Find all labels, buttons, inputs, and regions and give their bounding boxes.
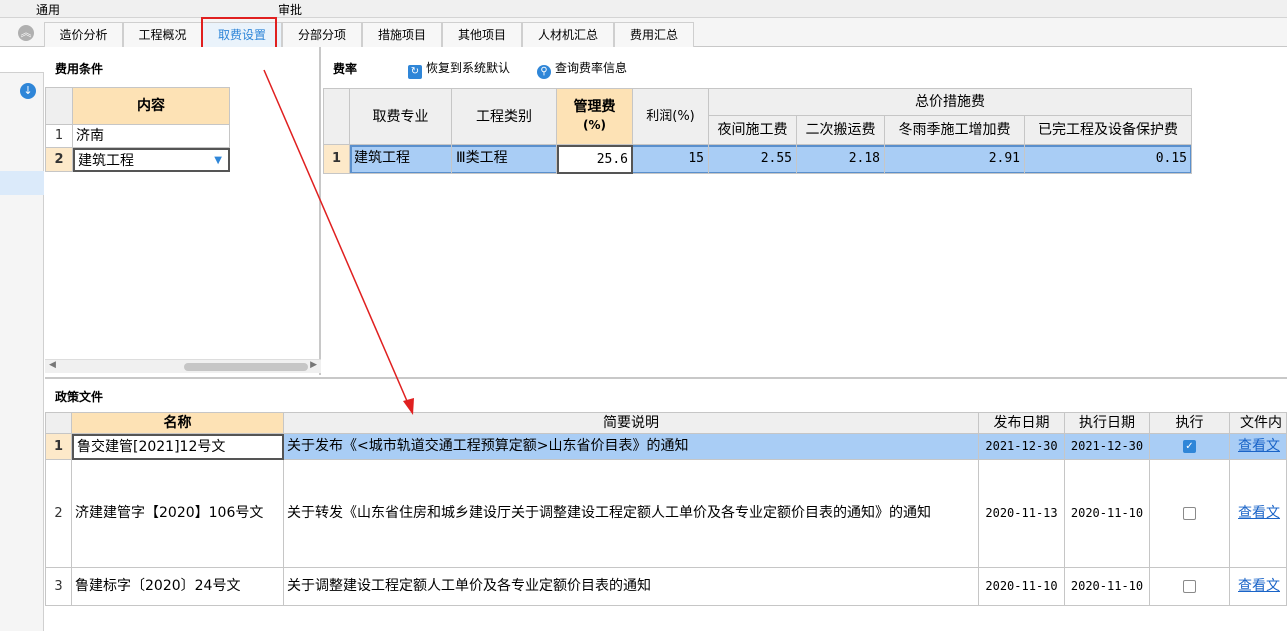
view-file-link[interactable]: 查看文 bbox=[1238, 505, 1280, 521]
policy-name-cell[interactable]: 济建建管字【2020】106号文 bbox=[72, 460, 284, 568]
policy-exec-date-cell: 2020-11-10 bbox=[1065, 568, 1150, 606]
execute-checkbox[interactable] bbox=[1183, 507, 1196, 520]
condition-type-select[interactable]: 建筑工程 ▼ bbox=[73, 148, 230, 172]
fee-rate-title: 费率 bbox=[333, 62, 358, 76]
protection-cell[interactable]: 0.15 bbox=[1025, 145, 1192, 174]
search-icon: ⚲ bbox=[537, 65, 551, 79]
tab-measures[interactable]: 措施项目 bbox=[362, 22, 442, 47]
policy-title: 政策文件 bbox=[55, 390, 104, 404]
tab-cost-analysis[interactable]: 造价分析 bbox=[44, 22, 123, 47]
publish-date-header: 发布日期 bbox=[979, 412, 1065, 434]
policy-exec-date-cell: 2020-11-10 bbox=[1065, 460, 1150, 568]
policy-desc-cell[interactable]: 关于调整建设工程定额人工单价及各专业定额价目表的通知 bbox=[284, 568, 979, 606]
corner-cell bbox=[45, 412, 72, 434]
management-fee-header: 管理费 (%) bbox=[557, 88, 633, 145]
condition-region-cell[interactable]: 济南 bbox=[73, 125, 230, 148]
condition-type-value: 建筑工程 bbox=[78, 153, 134, 169]
name-header: 名称 bbox=[72, 412, 284, 434]
dropdown-arrow-icon[interactable]: ▼ bbox=[214, 150, 222, 170]
execute-checkbox[interactable]: ✓ bbox=[1183, 440, 1196, 453]
category-header: 工程类别 bbox=[452, 88, 557, 145]
menu-general[interactable]: 通用 bbox=[36, 1, 60, 18]
management-fee-input[interactable]: 25.6 bbox=[557, 145, 633, 174]
secondary-transport-header: 二次搬运费 bbox=[797, 116, 885, 145]
query-rate-button[interactable]: ⚲ 查询费率信息 bbox=[537, 59, 627, 79]
profit-header: 利润(%) bbox=[633, 88, 709, 145]
tab-sub-items[interactable]: 分部分项 bbox=[282, 22, 362, 47]
policy-execute-cell: ✓ bbox=[1150, 434, 1230, 460]
collapse-icon[interactable]: ︽ bbox=[18, 25, 34, 41]
rate-specialty-cell[interactable]: 建筑工程 bbox=[350, 145, 452, 174]
policy-desc-cell[interactable]: 关于发布《<城市轨道交通工程预算定额>山东省价目表》的通知 bbox=[284, 434, 979, 460]
policy-publish-cell: 2021-12-30 bbox=[979, 434, 1065, 460]
scroll-right-icon[interactable]: ▶ bbox=[310, 360, 317, 370]
description-header: 简要说明 bbox=[284, 412, 979, 434]
horizontal-scrollbar[interactable]: ◀ ▶ bbox=[45, 359, 321, 373]
row-number-selected: 2 bbox=[45, 148, 73, 172]
policy-publish-cell: 2020-11-13 bbox=[979, 460, 1065, 568]
download-icon[interactable]: ↓ bbox=[20, 83, 36, 99]
rate-category-cell[interactable]: Ⅲ类工程 bbox=[452, 145, 557, 174]
policy-documents-panel: 政策文件 名称 简要说明 发布日期 执行日期 执行 文件内 1 鲁交建管[202… bbox=[45, 377, 1287, 631]
tab-fee-summary[interactable]: 费用汇总 bbox=[614, 22, 694, 47]
left-nav-selected[interactable] bbox=[0, 171, 44, 195]
protection-header: 已完工程及设备保护费 bbox=[1025, 116, 1192, 145]
measure-fee-group-header: 总价措施费 bbox=[709, 88, 1192, 116]
corner-cell bbox=[45, 87, 73, 125]
scroll-left-icon[interactable]: ◀ bbox=[49, 360, 56, 370]
policy-row-number: 2 bbox=[45, 460, 72, 568]
rate-row-number: 1 bbox=[323, 145, 350, 174]
view-file-link[interactable]: 查看文 bbox=[1238, 438, 1280, 454]
left-nav-strip: ↓ bbox=[0, 47, 44, 631]
restore-default-button[interactable]: ↻ 恢复到系统默认 bbox=[408, 59, 510, 79]
winter-rain-cell[interactable]: 2.91 bbox=[885, 145, 1025, 174]
fee-conditions-panel: 费用条件 内容 1 济南 2 建筑工程 ▼ ◀ ▶ bbox=[45, 47, 321, 375]
row-number: 1 bbox=[45, 125, 73, 148]
policy-row-number: 1 bbox=[45, 434, 72, 460]
night-work-header: 夜间施工费 bbox=[709, 116, 797, 145]
top-menu-strip: 通用 审批 bbox=[0, 0, 1287, 18]
view-file-link[interactable]: 查看文 bbox=[1238, 578, 1280, 594]
fee-conditions-title: 费用条件 bbox=[55, 62, 104, 76]
policy-file-cell: 查看文 bbox=[1230, 434, 1287, 460]
scroll-thumb[interactable] bbox=[184, 363, 308, 371]
policy-name-cell[interactable]: 鲁交建管[2021]12号文 bbox=[72, 434, 284, 460]
execute-header: 执行 bbox=[1150, 412, 1230, 434]
policy-file-cell: 查看文 bbox=[1230, 460, 1287, 568]
policy-execute-cell bbox=[1150, 568, 1230, 606]
execution-date-header: 执行日期 bbox=[1065, 412, 1150, 434]
execute-checkbox[interactable] bbox=[1183, 580, 1196, 593]
left-nav-box[interactable] bbox=[0, 47, 44, 73]
tab-project-overview[interactable]: 工程概况 bbox=[123, 22, 202, 47]
file-content-header: 文件内 bbox=[1230, 412, 1287, 434]
night-work-cell[interactable]: 2.55 bbox=[709, 145, 797, 174]
policy-row-number: 3 bbox=[45, 568, 72, 606]
tab-other-items[interactable]: 其他项目 bbox=[442, 22, 522, 47]
policy-name-cell[interactable]: 鲁建标字〔2020〕24号文 bbox=[72, 568, 284, 606]
secondary-transport-cell[interactable]: 2.18 bbox=[797, 145, 885, 174]
content-header: 内容 bbox=[73, 87, 230, 125]
policy-publish-cell: 2020-11-10 bbox=[979, 568, 1065, 606]
tab-labor-material-summary[interactable]: 人材机汇总 bbox=[522, 22, 614, 47]
tab-highlight-box bbox=[201, 17, 277, 51]
corner-cell bbox=[323, 88, 350, 145]
tab-bar: ︽ 造价分析 工程概况 取费设置 分部分项 措施项目 其他项目 人材机汇总 费用… bbox=[0, 18, 1287, 47]
profit-cell[interactable]: 15 bbox=[633, 145, 709, 174]
fee-rate-panel: 费率 ↻ 恢复到系统默认 ⚲ 查询费率信息 取费专业 工程类别 管理费 (%) 利润… bbox=[323, 47, 1287, 375]
policy-desc-cell[interactable]: 关于转发《山东省住房和城乡建设厅关于调整建设工程定额人工单价及各专业定额价目表的… bbox=[284, 460, 979, 568]
specialty-header: 取费专业 bbox=[350, 88, 452, 145]
menu-approval[interactable]: 审批 bbox=[278, 1, 302, 18]
policy-file-cell: 查看文 bbox=[1230, 568, 1287, 606]
winter-rain-header: 冬雨季施工增加费 bbox=[885, 116, 1025, 145]
restore-icon: ↻ bbox=[408, 65, 422, 79]
policy-execute-cell bbox=[1150, 460, 1230, 568]
policy-exec-date-cell: 2021-12-30 bbox=[1065, 434, 1150, 460]
